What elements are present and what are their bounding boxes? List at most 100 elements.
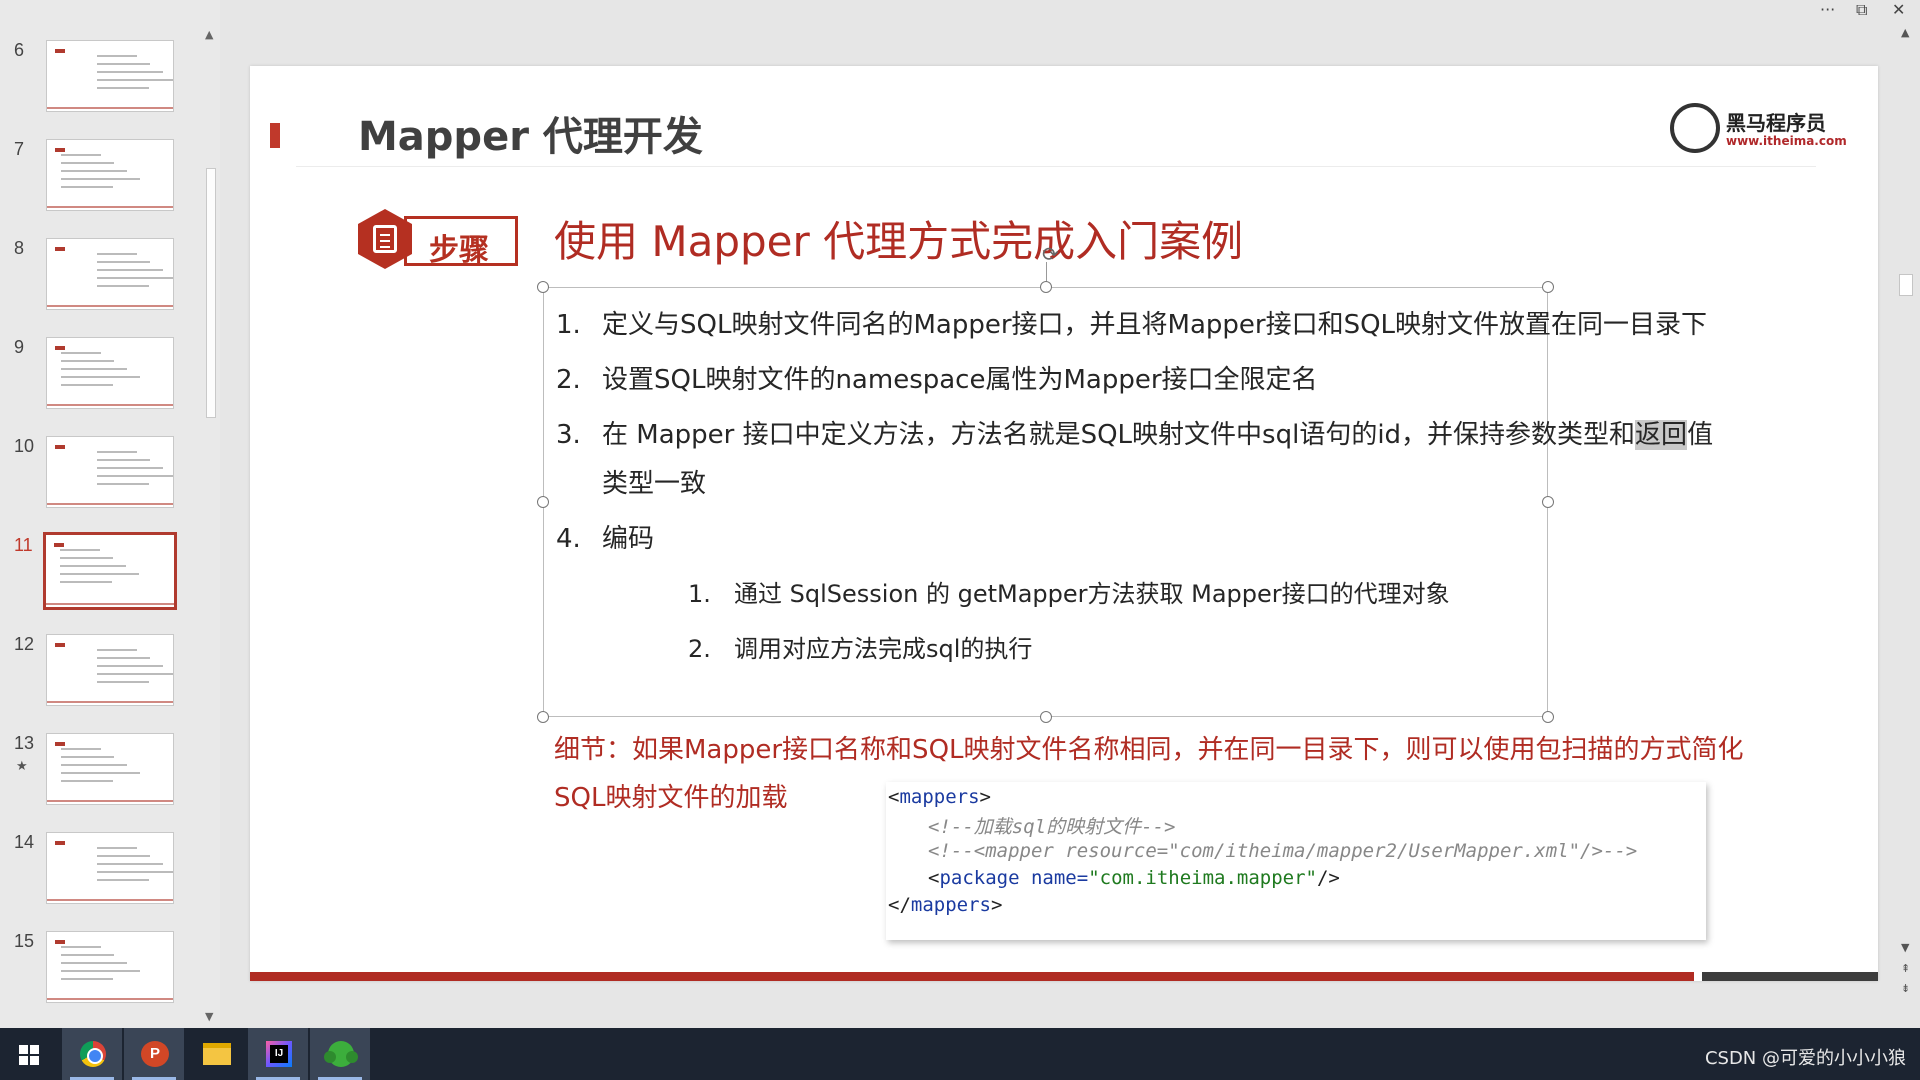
next-slide-icon[interactable]: ⇟ <box>1901 982 1910 995</box>
thumbnail-preview[interactable] <box>46 634 174 706</box>
slide-thumbnail[interactable]: 6 <box>0 38 200 124</box>
thumbnail-scrollbar[interactable]: ▲ ▼ <box>203 28 219 1023</box>
thumbnail-preview[interactable] <box>46 931 174 1003</box>
thumbnail-preview[interactable] <box>46 40 174 112</box>
code-line: </mappers> <box>888 894 1003 916</box>
taskbar-file-explorer[interactable] <box>186 1028 246 1080</box>
code-tag: mappers <box>899 786 980 808</box>
resize-handle-top-right[interactable] <box>1542 281 1554 293</box>
code-string: "com.itheima.mapper" <box>1088 867 1317 889</box>
rotate-handle-icon[interactable] <box>1042 242 1062 266</box>
item-number: 1. <box>556 310 581 340</box>
resize-handle-bottom-center[interactable] <box>1040 711 1052 723</box>
chrome-icon <box>80 1041 106 1067</box>
item-number: 4. <box>556 524 581 554</box>
item-text: 通过 SqlSession 的 getMapper方法获取 Mapper接口的代… <box>734 580 1450 608</box>
taskbar-chrome[interactable] <box>62 1028 122 1080</box>
scroll-down-arrow-icon[interactable]: ▼ <box>205 1010 213 1023</box>
slide-number: 7 <box>14 139 25 159</box>
previous-slide-icon[interactable]: ⇞ <box>1901 962 1910 975</box>
slide-scrollbar[interactable]: ▲ ▼ ⇞ ⇟ <box>1896 26 1916 1026</box>
item-number: 2. <box>688 635 711 663</box>
slide-heading[interactable]: 使用 Mapper 代理方式完成入门案例 <box>554 208 1243 269</box>
step-label-box: 步骤 <box>404 216 518 268</box>
start-button[interactable] <box>0 1028 60 1080</box>
logo-name: 黑马程序员 <box>1726 111 1826 135</box>
code-attr: name= <box>1030 867 1089 889</box>
slide-thumbnail[interactable]: 8 <box>0 236 200 322</box>
document-icon <box>373 225 397 253</box>
logo-url: www.itheima.com <box>1726 134 1847 148</box>
code-line: <mappers> <box>888 786 991 808</box>
selected-text-box[interactable]: 1. 定义与SQL映射文件同名的Mapper接口，并且将Mapper接口和SQL映… <box>537 242 1713 723</box>
taskbar-app[interactable] <box>310 1028 370 1080</box>
windows-taskbar: P CSDN @可爱的小小小狼 <box>0 1028 1920 1080</box>
title-accent-bar <box>270 123 280 148</box>
resize-handle-bottom-right[interactable] <box>1542 711 1554 723</box>
list-item: 4. 编码 <box>556 518 654 555</box>
slide-number: 11 <box>14 535 33 555</box>
slide-thumbnail[interactable]: 9 <box>0 335 200 421</box>
green-app-icon <box>324 1041 358 1067</box>
slide-thumbnail[interactable]: 15 <box>0 929 200 1015</box>
close-window-icon[interactable]: ✕ <box>1892 0 1905 19</box>
window-controls: ··· ⧉ ✕ <box>1780 0 1920 24</box>
intellij-icon <box>266 1041 292 1067</box>
resize-handle-top-left[interactable] <box>537 281 549 293</box>
resize-handle-top-center[interactable] <box>1040 281 1052 293</box>
list-item-continuation: 类型一致 <box>602 469 707 499</box>
code-tag: package <box>939 867 1020 889</box>
thumbnail-preview[interactable] <box>43 532 177 610</box>
footer-bar-red <box>250 972 1694 981</box>
horse-logo-icon <box>1670 103 1720 153</box>
slide-thumbnail[interactable]: 10 <box>0 434 200 520</box>
taskbar-intellij[interactable] <box>248 1028 308 1080</box>
scroll-up-arrow-icon[interactable]: ▲ <box>1901 26 1909 39</box>
slide-number: 9 <box>14 337 25 357</box>
item-number: 3. <box>556 420 581 450</box>
resize-handle-middle-right[interactable] <box>1542 496 1554 508</box>
restore-window-icon[interactable]: ⧉ <box>1856 0 1867 20</box>
slide-number: 15 <box>14 931 35 951</box>
thumbnail-preview[interactable] <box>46 238 174 310</box>
slide-thumbnail[interactable]: 11 <box>0 532 200 619</box>
code-comment: <!--<mapper resource="com/itheima/mapper… <box>928 840 1638 862</box>
thumbnail-preview[interactable] <box>46 436 174 508</box>
slide-canvas[interactable]: Mapper 代理开发 黑马程序员 www.itheima.com 步骤 使用 … <box>250 66 1878 981</box>
resize-handle-middle-left[interactable] <box>537 496 549 508</box>
item-text: 在 Mapper 接口中定义方法，方法名就是SQL映射文件中sql语句的id，并… <box>602 420 1636 450</box>
item-number: 2. <box>556 365 581 395</box>
sub-list-item: 2. 调用对应方法完成sql的执行 <box>688 629 1032 664</box>
item-text: 值 <box>1687 420 1714 450</box>
scroll-down-arrow-icon[interactable]: ▼ <box>1901 941 1909 954</box>
resize-handle-bottom-left[interactable] <box>537 711 549 723</box>
more-options-icon[interactable]: ··· <box>1820 0 1835 19</box>
list-item: 2. 设置SQL映射文件的namespace属性为Mapper接口全限定名 <box>556 359 1318 396</box>
scrollbar-thumb[interactable] <box>1899 274 1913 296</box>
thumbnail-preview[interactable] <box>46 832 174 904</box>
itheima-logo: 黑马程序员 www.itheima.com <box>1670 103 1847 155</box>
slide-thumbnail[interactable]: 12 <box>0 632 200 718</box>
text-selection-highlight[interactable]: 返回 <box>1635 420 1688 450</box>
taskbar-powerpoint[interactable]: P <box>124 1028 184 1080</box>
slide-thumbnail[interactable]: 7 <box>0 137 200 223</box>
code-tag: mappers <box>910 894 991 916</box>
thumbnail-preview[interactable] <box>46 733 174 805</box>
thumbnail-preview[interactable] <box>46 337 174 409</box>
code-block[interactable]: <mappers> <!--加载sql的映射文件--> <!--<mapper … <box>886 782 1706 940</box>
scroll-up-arrow-icon[interactable]: ▲ <box>205 28 213 41</box>
slide-title[interactable]: Mapper 代理开发 <box>358 104 703 162</box>
item-text: 定义与SQL映射文件同名的Mapper接口，并且将Mapper接口和SQL映射文… <box>602 310 1708 340</box>
slide-number: 13 <box>14 733 35 753</box>
item-text: 编码 <box>602 524 655 554</box>
slide-number: 12 <box>14 634 35 654</box>
item-text: 调用对应方法完成sql的执行 <box>734 635 1033 663</box>
list-item: 1. 定义与SQL映射文件同名的Mapper接口，并且将Mapper接口和SQL映… <box>556 304 1707 341</box>
slide-thumbnail[interactable]: 14 <box>0 830 200 916</box>
footer-bar-dark <box>1702 972 1878 981</box>
thumbnail-preview[interactable] <box>46 139 174 211</box>
step-badge: 步骤 <box>358 209 518 269</box>
item-number: 1. <box>688 580 711 608</box>
scrollbar-thumb[interactable] <box>206 168 216 418</box>
slide-thumbnail[interactable]: 13 ★ <box>0 731 200 817</box>
